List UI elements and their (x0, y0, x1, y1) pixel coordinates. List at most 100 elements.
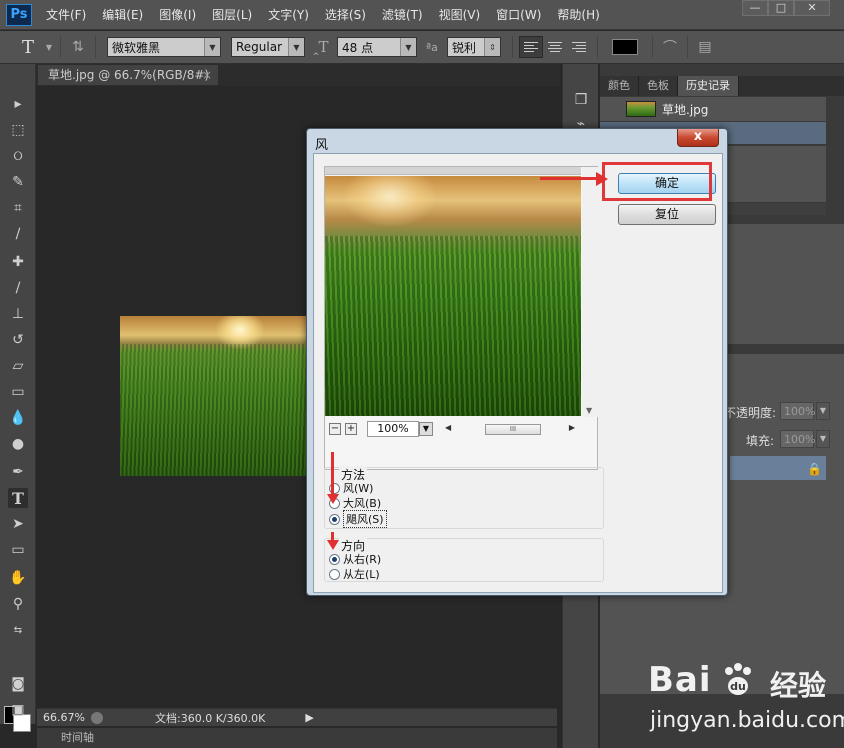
document-tab-title: 草地.jpg @ 66.7%(RGB/8#) (48, 68, 210, 82)
timeline-panel-tab[interactable]: 时间轴 (37, 728, 557, 748)
zoom-level[interactable]: 66.67% (37, 711, 91, 724)
gradient-tool-icon[interactable]: ▭ (8, 382, 28, 402)
dodge-tool-icon[interactable]: ● (8, 434, 28, 454)
scroll-right-icon[interactable]: ▶ (569, 423, 575, 432)
menu-file[interactable]: 文件(F) (38, 0, 94, 30)
radio-from-left[interactable] (329, 568, 340, 580)
menu-view[interactable]: 视图(V) (431, 0, 489, 30)
clone-stamp-tool-icon[interactable]: ⊥ (8, 304, 28, 324)
pen-tool-icon[interactable]: ✒ (8, 462, 28, 482)
zoom-in-button[interactable]: + (345, 423, 357, 435)
chevron-down-icon[interactable]: ▼ (44, 43, 54, 52)
hand-tool-icon[interactable]: ✋ (8, 568, 28, 588)
radio-from-right[interactable] (329, 553, 340, 565)
baidu-paw-icon: du (725, 663, 751, 695)
restore-button[interactable]: □ (768, 0, 794, 16)
menu-items: 文件(F) 编辑(E) 图像(I) 图层(L) 文字(Y) 选择(S) 滤镜(T… (38, 0, 608, 30)
menu-image[interactable]: 图像(I) (151, 0, 204, 30)
menu-select[interactable]: 选择(S) (317, 0, 374, 30)
align-right-button[interactable] (567, 36, 591, 58)
scroll-left-icon[interactable]: ◀ (445, 423, 451, 432)
direction-option-right[interactable]: 从右(R) (329, 551, 381, 567)
history-snapshot-row[interactable]: 草地.jpg (600, 97, 826, 121)
move-tool-icon[interactable]: ▸ (8, 94, 28, 114)
eyedropper-tool-icon[interactable]: ∕ (8, 224, 28, 244)
character-panel-icon[interactable]: ▤ (694, 39, 716, 55)
lasso-tool-icon[interactable]: ଠ (8, 146, 28, 166)
grass-texture (120, 344, 306, 476)
close-window-button[interactable]: ✕ (794, 0, 830, 16)
brush-tool-icon[interactable]: ∕ (8, 278, 28, 298)
status-bar: 66.67% 文档:360.0 K/360.0K ▶ (37, 708, 557, 726)
marquee-tool-icon[interactable]: ⬚ (8, 120, 28, 140)
rectangle-tool-icon[interactable]: ▭ (8, 540, 28, 560)
type-tool-icon[interactable]: T (8, 488, 28, 508)
text-color-swatch[interactable] (611, 39, 638, 55)
menu-help[interactable]: 帮助(H) (549, 0, 607, 30)
menu-window[interactable]: 窗口(W) (488, 0, 549, 30)
red-arrow-line (331, 452, 334, 494)
3d-icon[interactable]: ❒ (571, 90, 591, 110)
chevron-down-icon[interactable]: ▼ (816, 430, 830, 448)
tab-swatches[interactable]: 色板 (639, 76, 678, 96)
screen-mode-icon[interactable]: ▣ (8, 700, 28, 720)
dialog-title: 风 (315, 138, 329, 153)
warp-text-icon[interactable]: ⌒ (659, 37, 681, 57)
fill-field[interactable]: 100% (780, 430, 815, 448)
preview-zoom-value[interactable]: 100% (367, 421, 419, 437)
font-style-select[interactable]: Regular ▼ (231, 37, 305, 57)
orientation-toggle-icon[interactable]: ⇅ (67, 39, 89, 55)
preview-image[interactable] (325, 176, 581, 416)
menu-layer[interactable]: 图层(L) (204, 0, 260, 30)
filter-preview: ▼ − + 100% ▼ ◀ III ▶ (324, 166, 598, 470)
close-tab-icon[interactable]: × (202, 65, 212, 85)
minimize-button[interactable]: — (742, 0, 768, 16)
chevron-updown-icon: ⇕ (483, 38, 500, 56)
menu-type[interactable]: 文字(Y) (260, 0, 317, 30)
red-arrow-head-icon (327, 494, 339, 504)
chevron-down-icon[interactable]: ▼ (419, 422, 433, 436)
quick-select-tool-icon[interactable]: ✎ (8, 172, 28, 192)
history-brush-tool-icon[interactable]: ↺ (8, 330, 28, 350)
reset-button[interactable]: 复位 (618, 204, 716, 225)
scroll-thumb[interactable]: III (485, 424, 541, 435)
opacity-field[interactable]: 100% (780, 402, 815, 420)
font-family-select[interactable]: 微软雅黑 ▼ (107, 37, 221, 57)
preview-vertical-scrollbar[interactable]: ▼ (582, 167, 598, 417)
tab-color[interactable]: 颜色 (600, 76, 639, 96)
scroll-down-icon[interactable]: ▼ (586, 406, 592, 415)
swap-colors-icon[interactable]: ⇆ (8, 620, 28, 640)
healing-brush-tool-icon[interactable]: ✚ (8, 252, 28, 272)
align-center-button[interactable] (543, 36, 567, 58)
crop-tool-icon[interactable]: ⌗ (8, 198, 28, 218)
sun-glow (345, 176, 435, 226)
dialog-content: ▼ − + 100% ▼ ◀ III ▶ 确定 复位 方法 风(W) 大风(B)… (313, 153, 723, 593)
align-left-button[interactable] (518, 36, 543, 58)
radio-label: 从右(R) (343, 553, 382, 566)
radio-stagger[interactable] (329, 513, 340, 525)
status-menu-arrow-icon[interactable]: ▶ (305, 711, 313, 724)
direction-option-left[interactable]: 从左(L) (329, 566, 380, 582)
ok-button-highlight (602, 162, 712, 201)
font-size-select[interactable]: 48 点 ▼ (337, 37, 417, 57)
anti-alias-select[interactable]: 锐利 ⇕ (446, 37, 501, 57)
dialog-close-button[interactable]: x (677, 129, 719, 147)
method-option-stagger[interactable]: 飓风(S) (329, 510, 387, 528)
type-tool-icon[interactable]: T (0, 34, 44, 60)
zoom-tool-icon[interactable]: ⚲ (8, 594, 28, 614)
preview-top-scrollbar[interactable] (325, 167, 581, 175)
history-panel-tabs: 颜色 色板 历史记录 (600, 76, 844, 96)
document-image[interactable] (120, 316, 306, 476)
tab-history[interactable]: 历史记录 (678, 76, 739, 96)
menu-filter[interactable]: 滤镜(T) (374, 0, 431, 30)
blur-tool-icon[interactable]: 💧 (8, 408, 28, 428)
chevron-down-icon[interactable]: ▼ (816, 402, 830, 420)
path-select-tool-icon[interactable]: ➤ (8, 514, 28, 534)
preview-horizontal-scrollbar[interactable]: ◀ III ▶ (445, 423, 575, 435)
eraser-tool-icon[interactable]: ▱ (8, 356, 28, 376)
quick-mask-icon[interactable]: ◙ (8, 674, 28, 694)
document-tab[interactable]: 草地.jpg @ 66.7%(RGB/8#) × (38, 65, 218, 85)
zoom-out-button[interactable]: − (329, 423, 341, 435)
menu-edit[interactable]: 编辑(E) (94, 0, 151, 30)
status-icon[interactable] (91, 711, 103, 724)
